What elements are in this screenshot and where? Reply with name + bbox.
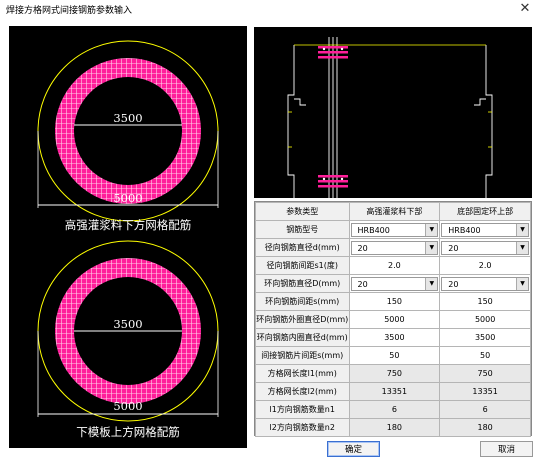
parameter-grid: 参数类型 高强灌浆料下部 底部固定环上部 钢筋型号 HRB400 ▼ HRB400… [255, 202, 531, 437]
chevron-down-icon[interactable]: ▼ [425, 277, 438, 290]
row-label: 环向钢筋间距s(mm) [255, 292, 350, 311]
row-label: 方格网长度l1(mm) [255, 364, 350, 383]
table-row: 钢筋型号 HRB400 ▼ HRB400 ▼ [255, 220, 531, 239]
rebar-grade-select-1[interactable]: HRB400 ▼ [348, 220, 441, 239]
header-upper-grout: 高强灌浆料下部 [348, 202, 441, 221]
table-header-row: 参数类型 高强灌浆料下部 底部固定环上部 [255, 202, 531, 221]
select-value: HRB400 [357, 225, 390, 235]
top-outer-diameter-label: 5000 [113, 191, 143, 205]
row-label: 方格网长度l2(mm) [255, 382, 350, 401]
table-row: 间接钢筋片间距s(mm) 50 50 [255, 346, 531, 365]
mesh-spacing-input-2[interactable]: 50 [439, 346, 531, 365]
chevron-down-icon[interactable]: ▼ [516, 277, 528, 290]
table-row: l2方向钢筋数量n2 180 180 [255, 418, 531, 437]
radial-diameter-select-1[interactable]: 20 ▼ [348, 238, 441, 257]
table-row: 方格网长度l1(mm) 750 750 [255, 364, 531, 383]
row-label: 径向钢筋间距s1(度) [255, 256, 350, 275]
row-label: 环向钢筋内圈直径d(mm) [255, 328, 350, 347]
hoop-spacing-input-1[interactable]: 150 [348, 292, 441, 311]
rebar-count-n1-value-1: 6 [348, 400, 441, 419]
select-value: 20 [448, 279, 459, 289]
rebar-grade-select-2[interactable]: HRB400 ▼ [439, 220, 531, 239]
hoop-inner-diameter-input-1[interactable]: 3500 [348, 328, 441, 347]
row-label: 环向钢筋外圈直径D(mm) [255, 310, 350, 329]
bottom-ring-group [37, 240, 219, 422]
bottom-outer-diameter-label: 5000 [113, 399, 143, 413]
grid-length-l2-value-1: 13351 [348, 382, 441, 401]
table-row: 径向钢筋直径d(mm) 20 ▼ 20 ▼ [255, 238, 531, 257]
rebar-count-n2-value-2: 180 [439, 418, 531, 437]
select-value: 20 [357, 243, 368, 253]
radial-spacing-input-1[interactable]: 2.0 [348, 256, 441, 275]
row-label: 径向钢筋直径d(mm) [255, 238, 350, 257]
mesh-spacing-input-1[interactable]: 50 [348, 346, 441, 365]
table-row: 环向钢筋外圈直径D(mm) 5000 5000 [255, 310, 531, 329]
hoop-diameter-select-2[interactable]: 20 ▼ [439, 274, 531, 293]
bottom-ring-caption: 下模板上方网格配筋 [76, 425, 180, 439]
rebar-plan-svg [37, 40, 219, 422]
chevron-down-icon[interactable]: ▼ [425, 223, 438, 236]
cancel-button[interactable]: 取消 [480, 441, 533, 457]
select-value: HRB400 [448, 225, 481, 235]
header-bottom-ring: 底部固定环上部 [439, 202, 531, 221]
grid-length-l1-value-2: 750 [439, 364, 531, 383]
row-label: 钢筋型号 [255, 220, 350, 239]
chevron-down-icon[interactable]: ▼ [516, 241, 528, 254]
rebar-count-n2-value-1: 180 [348, 418, 441, 437]
select-value: 20 [357, 279, 368, 289]
chevron-down-icon[interactable]: ▼ [516, 223, 528, 236]
window-title: 焊接方格网式间接钢筋参数输入 [6, 6, 133, 16]
header-param-type: 参数类型 [255, 202, 350, 221]
section-svg [287, 37, 493, 198]
chevron-down-icon[interactable]: ▼ [425, 241, 438, 254]
row-label: 间接钢筋片间距s(mm) [255, 346, 350, 365]
ok-button[interactable]: 确定 [327, 441, 380, 457]
rebar-plan-drawing: 3500 5000 高强灌浆料下方网格配筋 3500 5000 下模板上方网格配… [9, 26, 247, 448]
hoop-diameter-select-1[interactable]: 20 ▼ [348, 274, 441, 293]
bottom-inner-diameter-label: 3500 [113, 317, 143, 331]
hoop-outer-diameter-input-1[interactable]: 5000 [348, 310, 441, 329]
radial-diameter-select-2[interactable]: 20 ▼ [439, 238, 531, 257]
top-inner-diameter-label: 3500 [113, 111, 143, 125]
row-label: 环向钢筋直径D(mm) [255, 274, 350, 293]
row-label: l1方向钢筋数量n1 [255, 400, 350, 419]
grid-length-l1-value-1: 750 [348, 364, 441, 383]
rebar-count-n1-value-2: 6 [439, 400, 531, 419]
hoop-inner-diameter-input-2[interactable]: 3500 [439, 328, 531, 347]
parameter-table: 参数类型 高强灌浆料下部 底部固定环上部 钢筋型号 HRB400 ▼ HRB400… [254, 201, 532, 437]
close-icon[interactable]: ✕ [517, 1, 533, 17]
section-elevation-drawing [254, 27, 532, 198]
top-rebar-ring [55, 58, 201, 204]
hoop-spacing-input-2[interactable]: 150 [439, 292, 531, 311]
row-label: l2方向钢筋数量n2 [255, 418, 350, 437]
table-row: 环向钢筋直径D(mm) 20 ▼ 20 ▼ [255, 274, 531, 293]
table-row: 环向钢筋间距s(mm) 150 150 [255, 292, 531, 311]
title-bar: 焊接方格网式间接钢筋参数输入 ✕ [0, 0, 541, 18]
select-value: 20 [448, 243, 459, 253]
top-ring-caption: 高强灌浆料下方网格配筋 [64, 218, 192, 232]
table-row: l1方向钢筋数量n1 6 6 [255, 400, 531, 419]
table-row: 环向钢筋内圈直径d(mm) 3500 3500 [255, 328, 531, 347]
hoop-outer-diameter-input-2[interactable]: 5000 [439, 310, 531, 329]
radial-spacing-input-2[interactable]: 2.0 [439, 256, 531, 275]
grid-length-l2-value-2: 13351 [439, 382, 531, 401]
table-row: 径向钢筋间距s1(度) 2.0 2.0 [255, 256, 531, 275]
table-row: 方格网长度l2(mm) 13351 13351 [255, 382, 531, 401]
